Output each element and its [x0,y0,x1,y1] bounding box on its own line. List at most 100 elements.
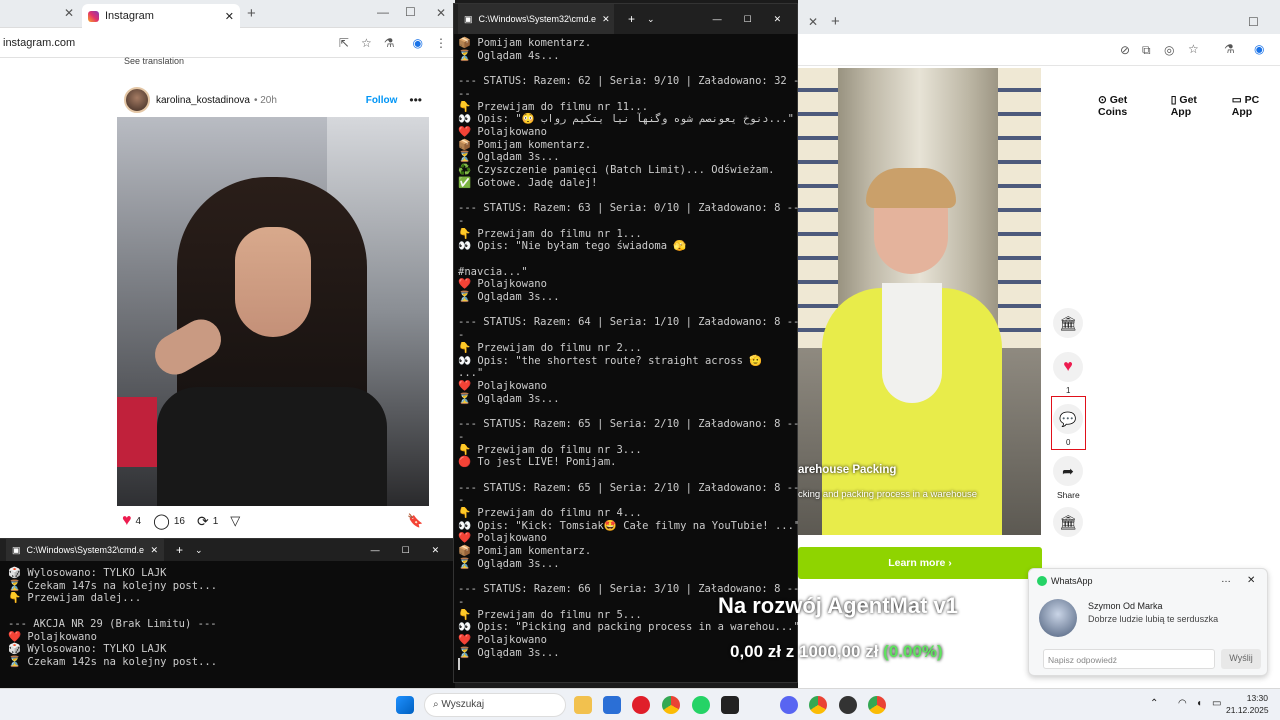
cmd-tab[interactable]: ▣ C:\Windows\System32\cmd.e ✕ [6,539,164,561]
top-links: ⊙ Get Coins ▯ Get App ▭ PC App [1098,94,1280,118]
follow-button[interactable]: Follow [366,95,398,106]
install-icon[interactable]: ⇱ [339,36,349,50]
taskbar: ⌕ Wyszukaj ⌃ ◠ ◖ ▭ 13:30 21.12.2025 [0,688,1280,720]
windows-start-icon[interactable] [396,696,414,714]
cmd-line: 🎲 Wylosowano: TYLKO LAJK [8,643,167,656]
new-tab-icon[interactable]: + [628,12,635,26]
close-window-icon[interactable]: ✕ [436,6,446,20]
minimize-icon[interactable]: — [713,14,722,24]
store-icon[interactable] [603,696,621,714]
minimize-icon[interactable]: — [371,545,380,555]
discord-icon[interactable] [780,696,798,714]
heart-icon[interactable]: ♥ [122,512,132,530]
extensions-icon[interactable]: ⚗ [384,36,395,50]
profile-icon[interactable]: ◉ [413,36,423,50]
comment-icon[interactable]: ◯ [153,512,170,530]
whatsapp-notification[interactable]: WhatsApp … ✕ Szymon Od Marka Dobrze ludz… [1028,568,1268,676]
see-translation-link[interactable]: See translation [124,56,184,66]
new-tab-icon[interactable]: + [831,13,840,30]
hide-icon[interactable]: ◎ [1164,43,1174,57]
whatsapp-taskbar-icon[interactable] [692,696,710,714]
post-photo[interactable] [117,117,429,506]
send-button[interactable]: Wyślij [1221,649,1261,669]
send-icon[interactable]: ▽ [230,513,240,529]
cmd-line: ⏳ Oglądam 3s... [458,557,560,570]
maximize-icon[interactable]: ☐ [1248,15,1259,29]
terminal-taskbar-icon[interactable] [721,696,739,714]
menu-icon[interactable]: ⋮ [435,36,447,50]
learn-more-button[interactable]: Learn more › [798,547,1042,579]
maximize-icon[interactable]: ☐ [405,5,416,19]
new-tab-icon[interactable]: + [176,543,183,557]
share-icon[interactable]: ➦ [1053,456,1083,486]
ad-avatar-icon[interactable]: 🏛 [1053,308,1083,338]
cmd-window-small[interactable]: ▣ C:\Windows\System32\cmd.e ✕ + ⌄ — ☐ ✕ … [0,538,455,688]
comment-icon[interactable]: 💬 [1053,404,1083,434]
avatar[interactable] [124,87,150,113]
repost-icon[interactable]: ⟳ [197,513,209,530]
tray-chevron-icon[interactable]: ⌃ [1150,698,1158,709]
battery-icon[interactable]: ▭ [1212,698,1221,709]
percent-label: (0.00%) [883,642,943,661]
more-options-icon[interactable]: … [1221,574,1231,585]
clock[interactable]: 13:30 21.12.2025 [1226,692,1269,716]
close-tab-icon[interactable]: ✕ [602,14,610,25]
minimize-icon[interactable]: — [377,5,389,19]
dropdown-icon[interactable]: ⌄ [195,545,203,556]
profile-icon[interactable]: ◉ [1254,42,1264,56]
volume-icon[interactable]: ◖ [1196,698,1202,709]
close-tab-icon[interactable]: ✕ [808,15,818,29]
app-icon[interactable] [839,696,857,714]
cmd-line: --- STATUS: Razem: 62 | Seria: 9/10 | Za… [458,75,800,88]
more-options-icon[interactable]: ••• [409,93,422,107]
opera-icon[interactable] [632,696,650,714]
video-player[interactable]: arehouse Packing cking and packing proce… [798,68,1041,535]
pc-app-link[interactable]: ▭ PC App [1232,94,1280,118]
eye-slash-icon[interactable]: ⊘ [1120,43,1130,57]
of-label: z [785,642,795,661]
chrome-icon[interactable] [868,696,886,714]
file-explorer-icon[interactable] [574,696,592,714]
dropdown-icon[interactable]: ⌄ [647,14,655,25]
close-window-icon[interactable]: ✕ [774,14,782,25]
music-disc-icon[interactable]: 🏛 [1053,507,1083,537]
extensions-icon[interactable]: ⚗ [1224,42,1235,56]
new-tab-icon[interactable]: + [247,5,256,22]
sender-name: Szymon Od Marka [1088,601,1163,611]
wifi-icon[interactable]: ◠ [1178,698,1187,709]
like-icon[interactable]: ♥ [1053,352,1083,382]
chrome-icon[interactable] [809,696,827,714]
cmd-line: 👇 Przewijam do filmu nr 1... [458,227,642,240]
address-bar[interactable]: instagram.com ⇱ ☆ ⚗ ◉ ⋮ [0,28,455,58]
reply-input[interactable]: Napisz odpowiedź [1043,649,1215,669]
save-icon[interactable]: 🔖 [407,513,423,529]
tab-instagram[interactable]: Instagram ✕ [82,4,240,28]
cmd-line: ⏳ Czekam 147s na kolejny post... [8,579,218,592]
taskbar-search[interactable]: ⌕ Wyszukaj [424,693,566,717]
learn-more-label: Learn more [888,557,946,569]
bookmark-star-icon[interactable]: ☆ [361,36,372,50]
post-username[interactable]: karolina_kostadinova [156,95,250,106]
close-tab-icon[interactable]: ✕ [225,10,234,23]
tab-strip: ✕ Instagram ✕ + — ☐ ✕ [0,0,455,28]
cmd-titlebar: ▣ C:\Windows\System32\cmd.e ✕ + ⌄ — ☐ ✕ [454,4,797,34]
cmd-tab[interactable]: ▣ C:\Windows\System32\cmd.e ✕ [458,4,614,34]
share-count: 1 [212,515,219,527]
close-window-icon[interactable]: ✕ [432,545,440,556]
close-tab-icon[interactable]: ✕ [150,545,158,556]
close-icon[interactable]: ✕ [1247,575,1255,586]
cmd-window-main[interactable]: ▣ C:\Windows\System32\cmd.e ✕ + ⌄ — ☐ ✕ … [453,3,800,683]
get-app-link[interactable]: ▯ Get App [1171,94,1218,118]
cmd-line [458,304,800,317]
cmd-line: 👀 Opis: "Nie byłam tego świadoma 🫣 [458,240,687,253]
bookmark-star-icon[interactable]: ☆ [1188,42,1199,56]
maximize-icon[interactable]: ☐ [402,545,410,556]
cmd-line: - [458,430,465,443]
maximize-icon[interactable]: ☐ [744,14,752,25]
chrome-icon[interactable] [662,696,680,714]
shelf-right [998,68,1041,368]
cast-icon[interactable]: ⧉ [1142,43,1151,58]
get-coins-link[interactable]: ⊙ Get Coins [1098,94,1157,118]
cmd-title: C:\Windows\System32\cmd.e [478,14,597,24]
close-tab-icon[interactable]: ✕ [64,6,74,20]
